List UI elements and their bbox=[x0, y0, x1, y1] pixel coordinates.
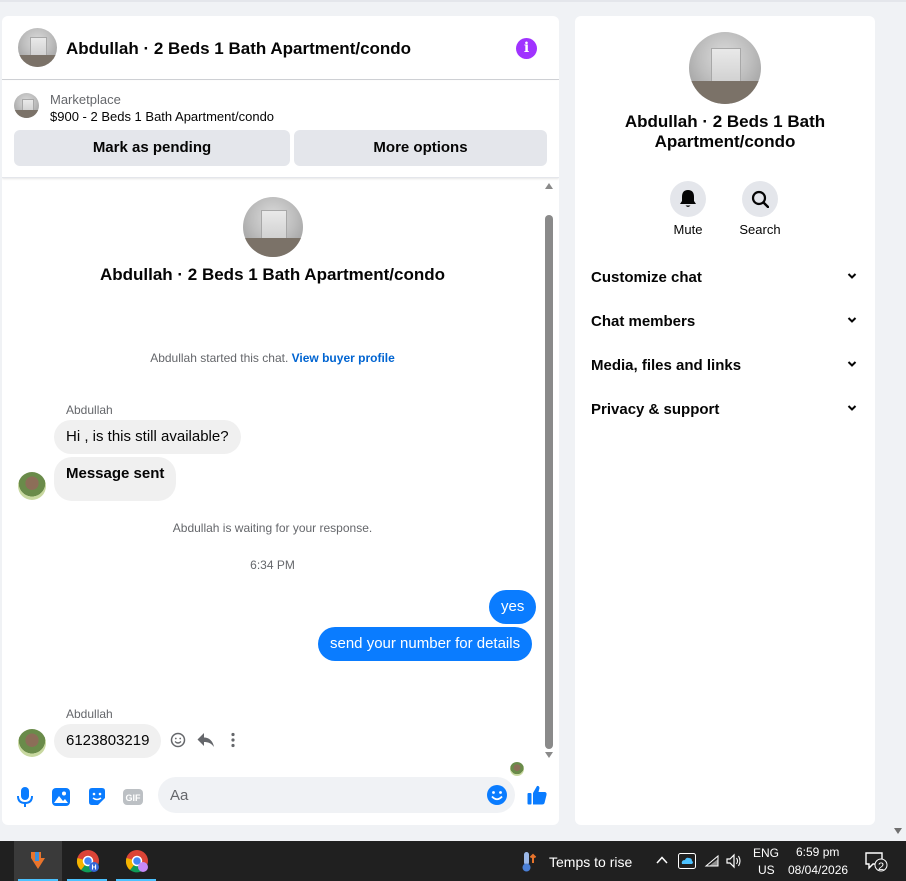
more-icon[interactable] bbox=[230, 732, 236, 748]
notification-icon[interactable] bbox=[864, 851, 888, 873]
composer: GIF bbox=[2, 772, 559, 820]
more-options-button[interactable]: More options bbox=[294, 130, 547, 166]
chevron-down-icon bbox=[847, 317, 857, 323]
chat-started-label: Abdullah started this chat. bbox=[150, 351, 289, 365]
clock-date: 08/04/2026 bbox=[788, 863, 849, 877]
clock[interactable]: 6:59 pm 08/04/2026 bbox=[786, 844, 850, 878]
section-label: Chat members bbox=[591, 313, 696, 330]
customize-chat-section[interactable]: Customize chat bbox=[583, 258, 867, 298]
view-buyer-profile-link[interactable]: View buyer profile bbox=[292, 351, 395, 365]
wifi-icon[interactable] bbox=[704, 854, 720, 868]
details-title: Abdullah · 2 Beds 1 Bath Apartment/condo bbox=[575, 112, 875, 152]
sent-message-bubble[interactable]: send your number for details bbox=[318, 627, 533, 661]
microphone-icon[interactable] bbox=[14, 786, 36, 808]
message-input[interactable] bbox=[170, 777, 470, 813]
message-list[interactable]: Abdullah · 2 Beds 1 Bath Apartment/condo… bbox=[2, 178, 559, 776]
chrome-profile-icon bbox=[125, 850, 148, 873]
listing-price-title[interactable]: $900 - 2 Beds 1 Bath Apartment/condo bbox=[50, 109, 274, 124]
sender-name: Abdullah bbox=[66, 707, 113, 721]
section-label: Privacy & support bbox=[591, 401, 720, 418]
info-icon[interactable]: i bbox=[516, 38, 537, 59]
language-code: ENG bbox=[753, 846, 780, 860]
media-files-links-section[interactable]: Media, files and links bbox=[583, 346, 867, 386]
chevron-down-icon bbox=[847, 273, 857, 279]
listing-thumbnail[interactable] bbox=[14, 93, 39, 118]
scrollbar-thumb[interactable] bbox=[545, 215, 553, 749]
taskbar-chrome-h[interactable]: H bbox=[63, 841, 111, 881]
chevron-up-icon[interactable] bbox=[656, 855, 668, 865]
gif-icon[interactable]: GIF bbox=[122, 786, 144, 808]
sticker-icon[interactable] bbox=[86, 786, 108, 808]
message-input-box[interactable] bbox=[158, 777, 515, 813]
chat-details-panel: Abdullah · 2 Beds 1 Bath Apartment/condo… bbox=[575, 16, 875, 825]
taskbar-chrome-profile[interactable] bbox=[112, 841, 160, 881]
scroll-up-arrow[interactable] bbox=[545, 183, 553, 189]
mark-as-pending-button[interactable]: Mark as pending bbox=[14, 130, 290, 166]
details-title-line1: Abdullah · 2 Beds 1 Bath bbox=[624, 112, 826, 131]
waiting-text: Abdullah is waiting for your response. bbox=[172, 521, 373, 535]
mute-label: Mute bbox=[673, 222, 703, 237]
conversation-title: Abdullah · 2 Beds 1 Bath Apartment/condo bbox=[99, 265, 446, 284]
reply-icon[interactable] bbox=[197, 732, 215, 748]
search-label: Search bbox=[739, 222, 781, 237]
photo-icon[interactable] bbox=[50, 786, 72, 808]
onedrive-icon[interactable] bbox=[678, 853, 696, 869]
user-avatar[interactable] bbox=[18, 472, 46, 500]
chat-started-text: Abdullah started this chat. View buyer p… bbox=[2, 351, 543, 365]
taskbar-app-tool[interactable] bbox=[14, 841, 62, 881]
listing-source: Marketplace bbox=[50, 92, 121, 107]
chat-members-section[interactable]: Chat members bbox=[583, 302, 867, 342]
message-bubble[interactable]: Message sent bbox=[54, 457, 177, 501]
conversation-avatar bbox=[243, 197, 303, 257]
search-button[interactable] bbox=[742, 181, 778, 217]
language-indicator[interactable]: ENG US bbox=[752, 845, 780, 877]
keyboard-layout: US bbox=[758, 863, 775, 877]
listing-avatar[interactable] bbox=[18, 28, 57, 67]
notification-count: 2 bbox=[878, 861, 885, 873]
sent-message-bubble[interactable]: yes bbox=[489, 590, 537, 624]
message-bubble[interactable]: 6123803219 bbox=[54, 724, 162, 758]
weather-text: Temps to rise bbox=[549, 854, 633, 870]
weather-widget[interactable]: Temps to rise bbox=[517, 849, 637, 875]
svg-text:H: H bbox=[91, 865, 96, 872]
scroll-down-arrow[interactable] bbox=[545, 752, 553, 758]
chat-title[interactable]: Abdullah · 2 Beds 1 Bath Apartment/condo bbox=[66, 39, 411, 59]
user-avatar[interactable] bbox=[18, 729, 46, 757]
emoji-icon[interactable] bbox=[486, 784, 508, 806]
like-icon[interactable] bbox=[526, 784, 548, 806]
clock-time: 6:59 pm bbox=[796, 845, 840, 859]
top-border bbox=[0, 0, 906, 2]
chevron-down-icon bbox=[847, 361, 857, 367]
thermometer-icon bbox=[522, 852, 537, 872]
search-icon bbox=[751, 190, 769, 208]
react-icon[interactable] bbox=[170, 732, 186, 748]
section-label: Customize chat bbox=[591, 269, 702, 286]
mute-button[interactable] bbox=[670, 181, 706, 217]
chat-panel: Abdullah · 2 Beds 1 Bath Apartment/condo… bbox=[2, 16, 559, 825]
details-title-line2: Apartment/condo bbox=[654, 132, 796, 151]
chrome-icon: H bbox=[76, 850, 99, 873]
app-tool-icon bbox=[31, 852, 45, 869]
privacy-support-section[interactable]: Privacy & support bbox=[583, 390, 867, 430]
message-bubble[interactable]: Hi , is this still available? bbox=[54, 420, 241, 454]
volume-icon[interactable] bbox=[726, 853, 742, 869]
timestamp: 6:34 PM bbox=[250, 558, 295, 572]
chevron-down-icon bbox=[847, 405, 857, 411]
svg-text:GIF: GIF bbox=[126, 793, 142, 803]
page-scroll-down-arrow[interactable] bbox=[894, 828, 902, 834]
section-label: Media, files and links bbox=[591, 357, 742, 374]
bell-icon bbox=[680, 190, 696, 207]
sender-name: Abdullah bbox=[66, 403, 113, 417]
listing-card: Marketplace $900 - 2 Beds 1 Bath Apartme… bbox=[2, 81, 559, 178]
taskbar: H Temps to rise ENG US 6:59 pm 08/04/202… bbox=[0, 841, 906, 881]
chat-header: Abdullah · 2 Beds 1 Bath Apartment/condo… bbox=[2, 16, 559, 80]
details-avatar[interactable] bbox=[689, 32, 761, 104]
